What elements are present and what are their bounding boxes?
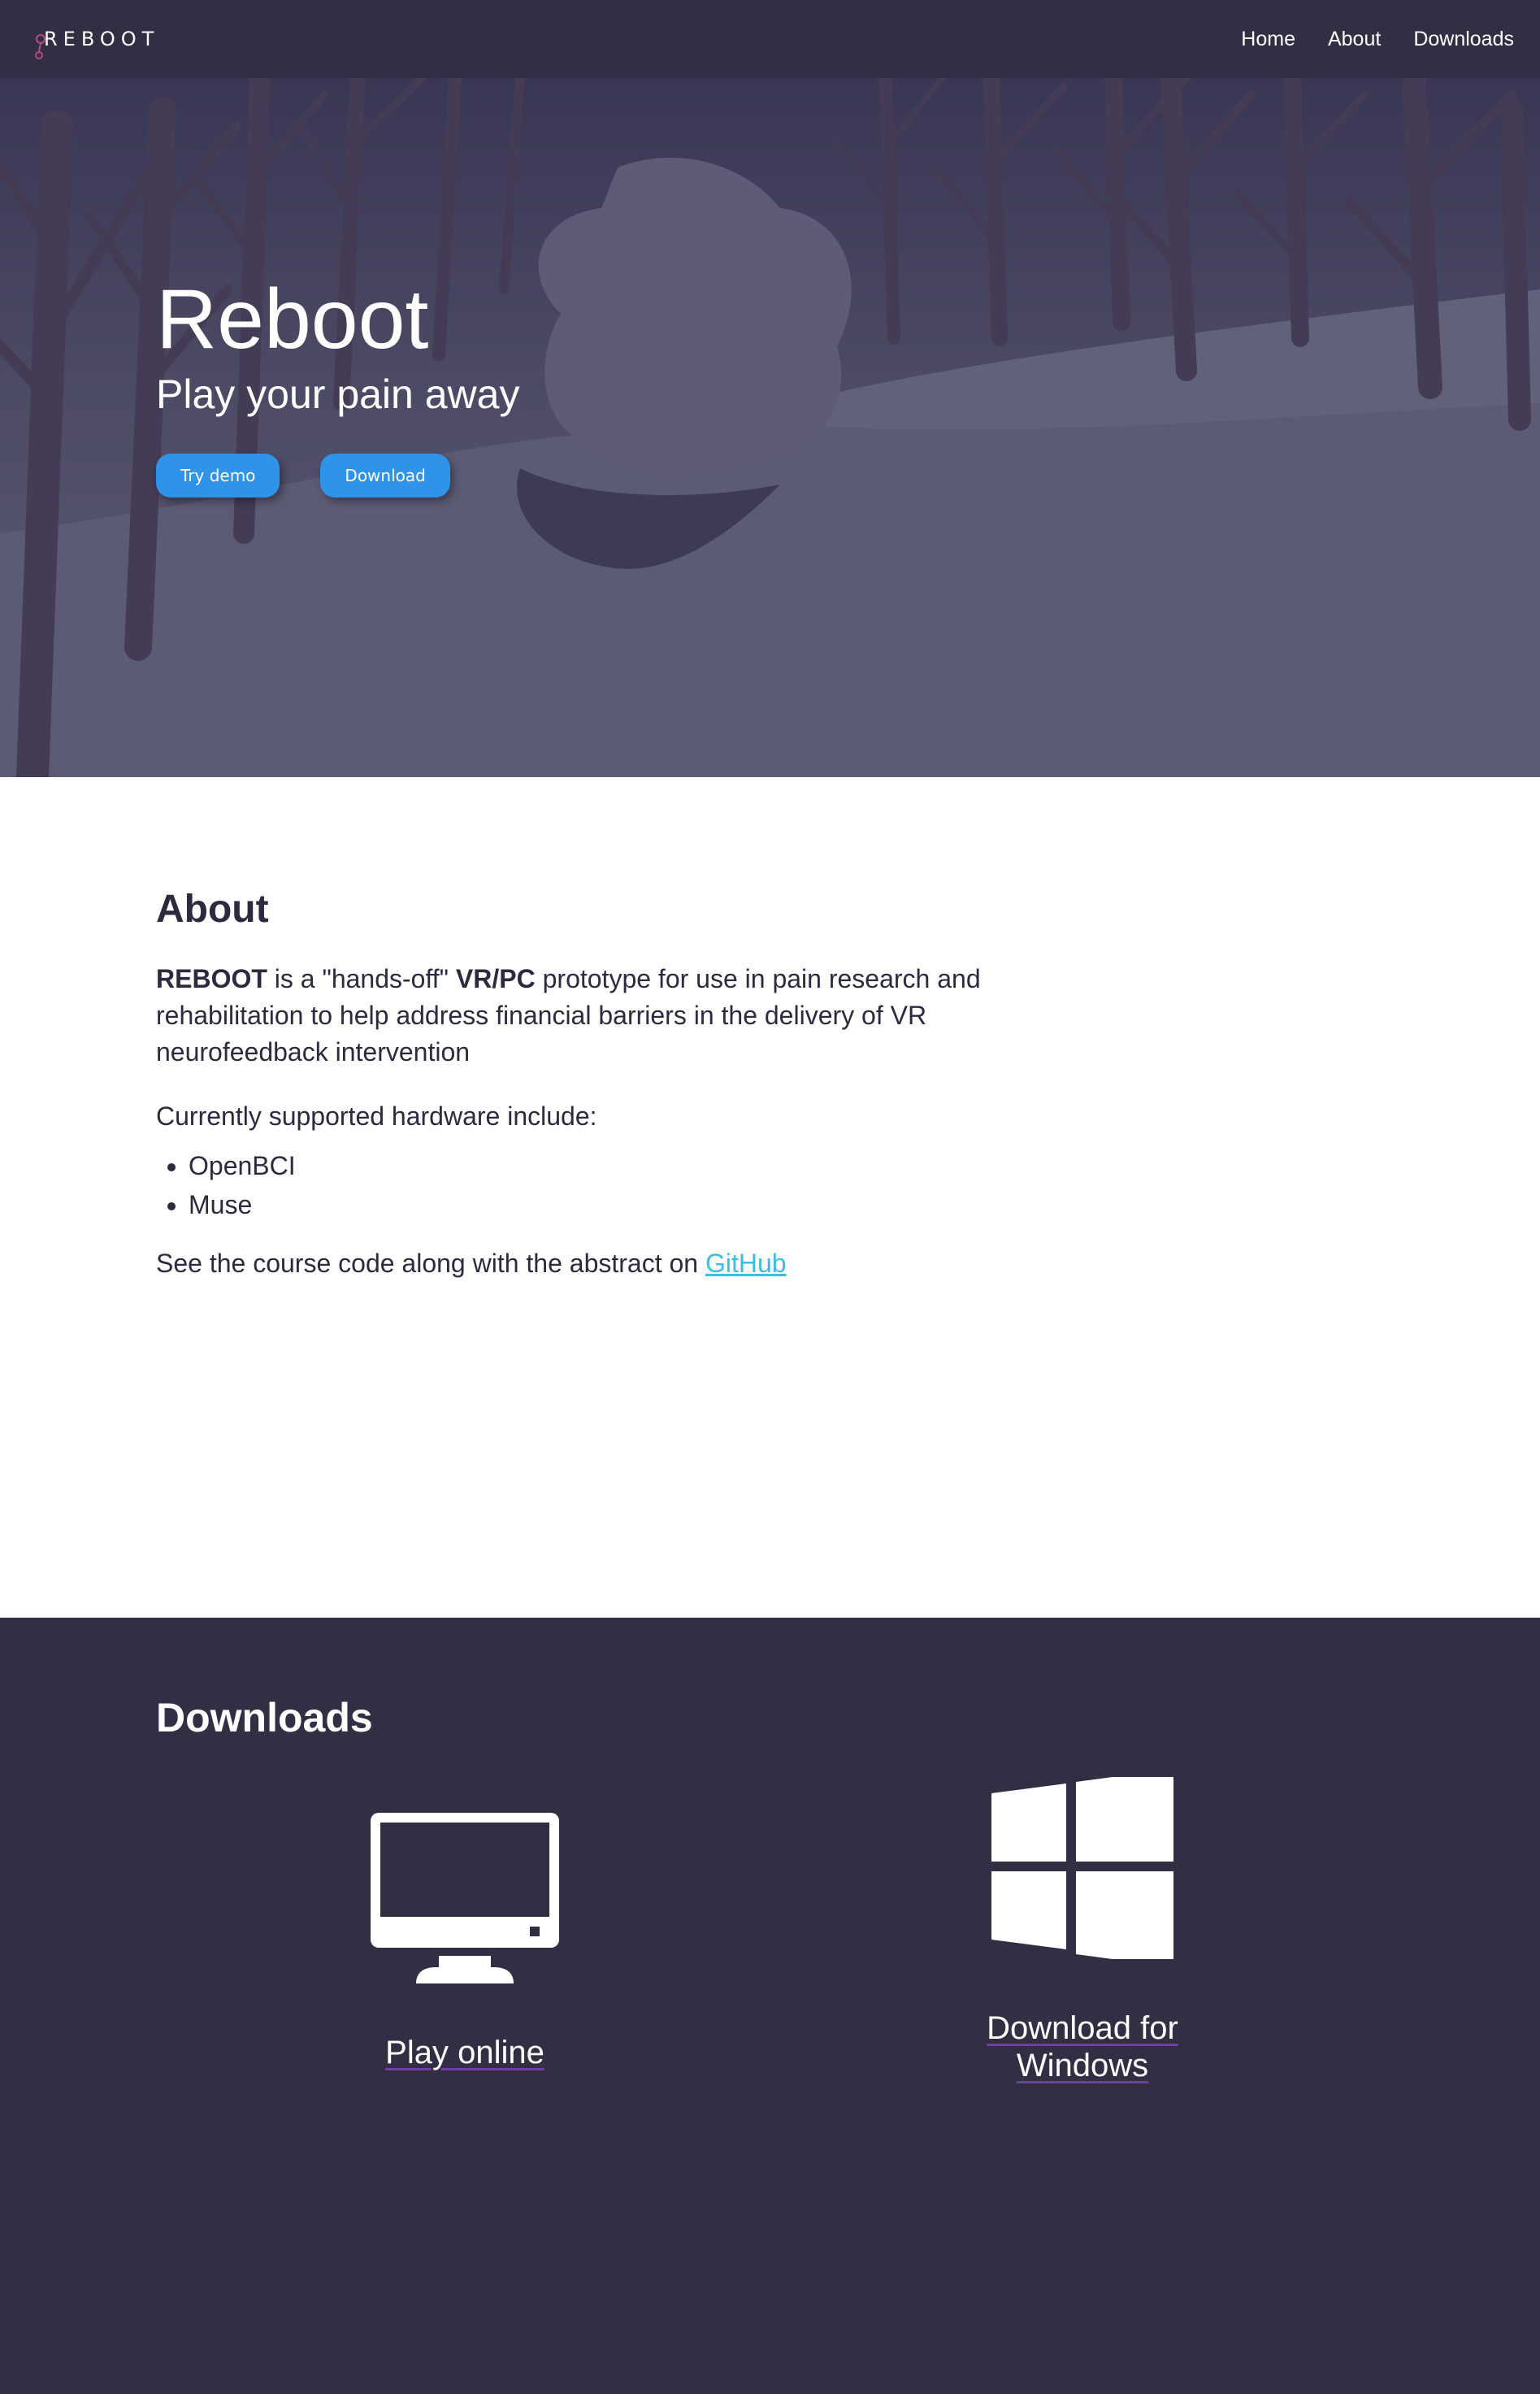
try-demo-button[interactable]: Try demo xyxy=(156,454,280,498)
source-text: See the course code along with the abstr… xyxy=(156,1245,1017,1282)
hardware-item: Muse xyxy=(189,1185,1017,1224)
about-section: About REBOOT is a "hands-off" VR/PC prot… xyxy=(0,777,1540,1618)
nav-links: Home About Downloads xyxy=(1241,28,1514,51)
monitor-icon[interactable] xyxy=(371,1813,559,1983)
downloads-heading: Downloads xyxy=(156,1695,373,1740)
windows-icon[interactable] xyxy=(991,1777,1173,1959)
hardware-list: OpenBCI Muse xyxy=(156,1146,1017,1224)
nav-downloads[interactable]: Downloads xyxy=(1413,28,1514,51)
about-intro: REBOOT is a "hands-off" VR/PC prototype … xyxy=(156,961,1017,1071)
hero: Reboot Play your pain away Try demo Down… xyxy=(0,78,1540,777)
navbar: REBOOT Home About Downloads xyxy=(0,0,1540,78)
about-brand: REBOOT xyxy=(156,964,267,993)
source-text-label: See the course code along with the abstr… xyxy=(156,1249,705,1278)
logo-mark-icon xyxy=(35,34,46,59)
github-link[interactable]: GitHub xyxy=(705,1249,787,1278)
hardware-item: OpenBCI xyxy=(189,1146,1017,1185)
hero-content: Reboot Play your pain away Try demo Down… xyxy=(156,272,520,498)
about-intro-part1: is a "hands-off" xyxy=(267,964,456,993)
nav-home[interactable]: Home xyxy=(1241,28,1295,51)
nav-about[interactable]: About xyxy=(1328,28,1381,51)
downloads-section: Downloads Play online Download for Windo… xyxy=(0,1618,1540,2394)
brand-logo[interactable]: REBOOT xyxy=(33,28,160,59)
hero-buttons: Try demo Download xyxy=(156,454,519,498)
brand-text: REBOOT xyxy=(44,28,160,50)
download-button[interactable]: Download xyxy=(320,454,450,498)
play-online-card: Play online xyxy=(302,1813,627,2071)
hero-subtitle: Play your pain away xyxy=(156,371,520,418)
play-online-link[interactable]: Play online xyxy=(385,2035,544,2070)
about-heading: About xyxy=(156,888,269,931)
windows-download-card: Download for Windows xyxy=(920,1777,1245,2084)
hero-title: Reboot xyxy=(156,272,429,367)
about-content: About REBOOT is a "hands-off" VR/PC prot… xyxy=(156,887,1017,1282)
hardware-intro: Currently supported hardware include: xyxy=(156,1101,597,1131)
windows-download-link[interactable]: Download for Windows xyxy=(987,2010,1178,2083)
about-platform: VR/PC xyxy=(455,964,536,993)
